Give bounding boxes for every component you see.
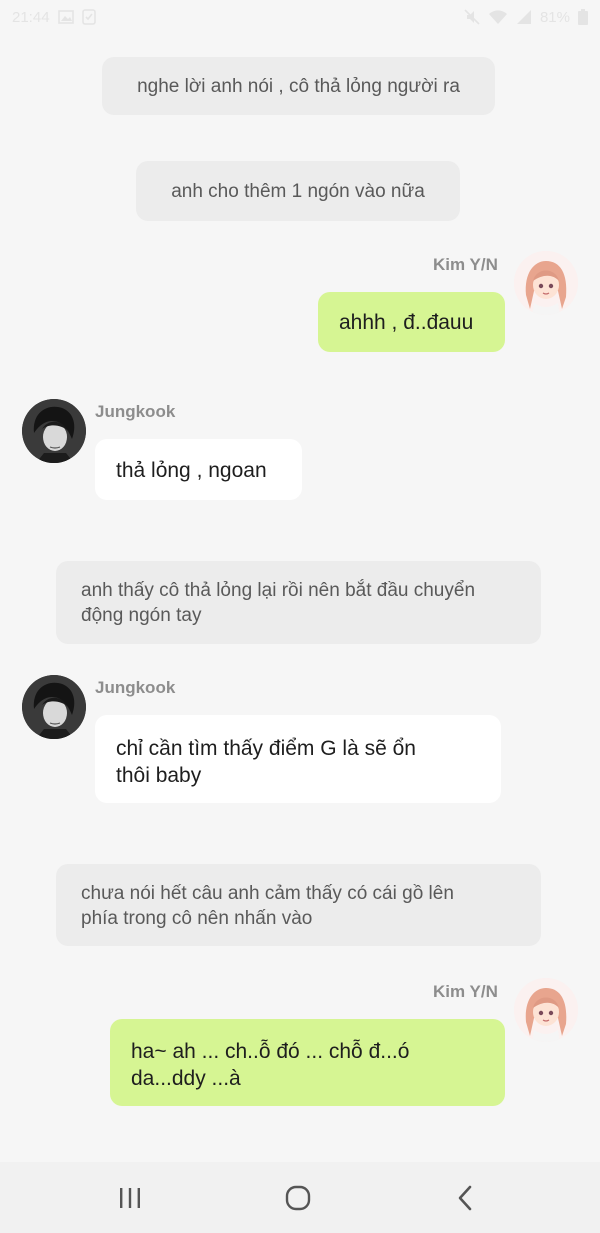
narration-message: nghe lời anh nói , cô thả lỏng người ra — [102, 57, 495, 115]
status-right: 81% — [464, 9, 588, 26]
navigation-bar — [0, 1162, 600, 1233]
status-bar: 21:44 81% — [0, 0, 600, 34]
avatar-kim[interactable] — [514, 251, 578, 315]
message-text: thả lỏng , ngoan — [116, 459, 267, 482]
narration-text-line: phía trong cô nên nhấn vào — [81, 908, 313, 929]
gallery-icon — [57, 10, 74, 24]
recent-apps-icon — [120, 1188, 140, 1208]
home-button[interactable] — [278, 1178, 318, 1218]
message-text-line: chỉ cần tìm thấy điểm G là sẽ ổn — [116, 737, 416, 760]
received-message-bubble[interactable]: thả lỏng , ngoan — [95, 439, 302, 500]
received-message-bubble[interactable]: chỉ cần tìm thấy điểm G là sẽ ổn thôi ba… — [95, 715, 501, 803]
sender-name: Jungkook — [95, 678, 176, 697]
sent-message-bubble[interactable]: ha~ ah ... ch..ỗ đó ... chỗ đ...ó da...d… — [110, 1019, 505, 1106]
message-text: ahhh , đ..đauu — [339, 311, 474, 334]
avatar-kim[interactable] — [514, 978, 578, 1042]
signal-icon — [516, 10, 531, 24]
narration-text-line: động ngón tay — [81, 605, 202, 626]
wifi-icon — [488, 10, 507, 24]
status-left: 21:44 — [12, 9, 96, 26]
narration-text: nghe lời anh nói , cô thả lỏng người ra — [137, 76, 460, 97]
status-time: 21:44 — [12, 8, 50, 26]
recent-apps-button[interactable] — [110, 1178, 150, 1218]
sent-message-bubble[interactable]: ahhh , đ..đauu — [318, 292, 505, 352]
sender-name: Kim Y/N — [433, 982, 498, 1001]
message-text-line: ha~ ah ... ch..ỗ đó ... chỗ đ...ó — [131, 1040, 410, 1063]
home-icon — [285, 1185, 311, 1211]
back-button[interactable] — [446, 1178, 486, 1218]
sender-name: Kim Y/N — [433, 255, 498, 274]
avatar-jungkook[interactable] — [22, 675, 86, 739]
narration-text-line: chưa nói hết câu anh cảm thấy có cái gồ … — [81, 883, 454, 904]
notification-icon — [81, 9, 96, 25]
sender-name: Jungkook — [95, 402, 176, 421]
back-icon — [458, 1185, 472, 1211]
narration-message: anh thấy cô thả lỏng lại rồi nên bắt đầu… — [56, 561, 541, 644]
message-text-line: thôi baby — [116, 764, 202, 787]
message-text-line: da...ddy ...à — [131, 1067, 241, 1090]
mute-icon — [464, 9, 480, 25]
battery-percent: 81% — [539, 8, 570, 26]
narration-message: anh cho thêm 1 ngón vào nữa — [136, 161, 460, 221]
avatar-jungkook[interactable] — [22, 399, 86, 463]
narration-text: anh cho thêm 1 ngón vào nữa — [171, 181, 425, 202]
narration-text-line: anh thấy cô thả lỏng lại rồi nên bắt đầu… — [81, 580, 476, 601]
battery-icon — [578, 9, 588, 25]
narration-message: chưa nói hết câu anh cảm thấy có cái gồ … — [56, 864, 541, 946]
